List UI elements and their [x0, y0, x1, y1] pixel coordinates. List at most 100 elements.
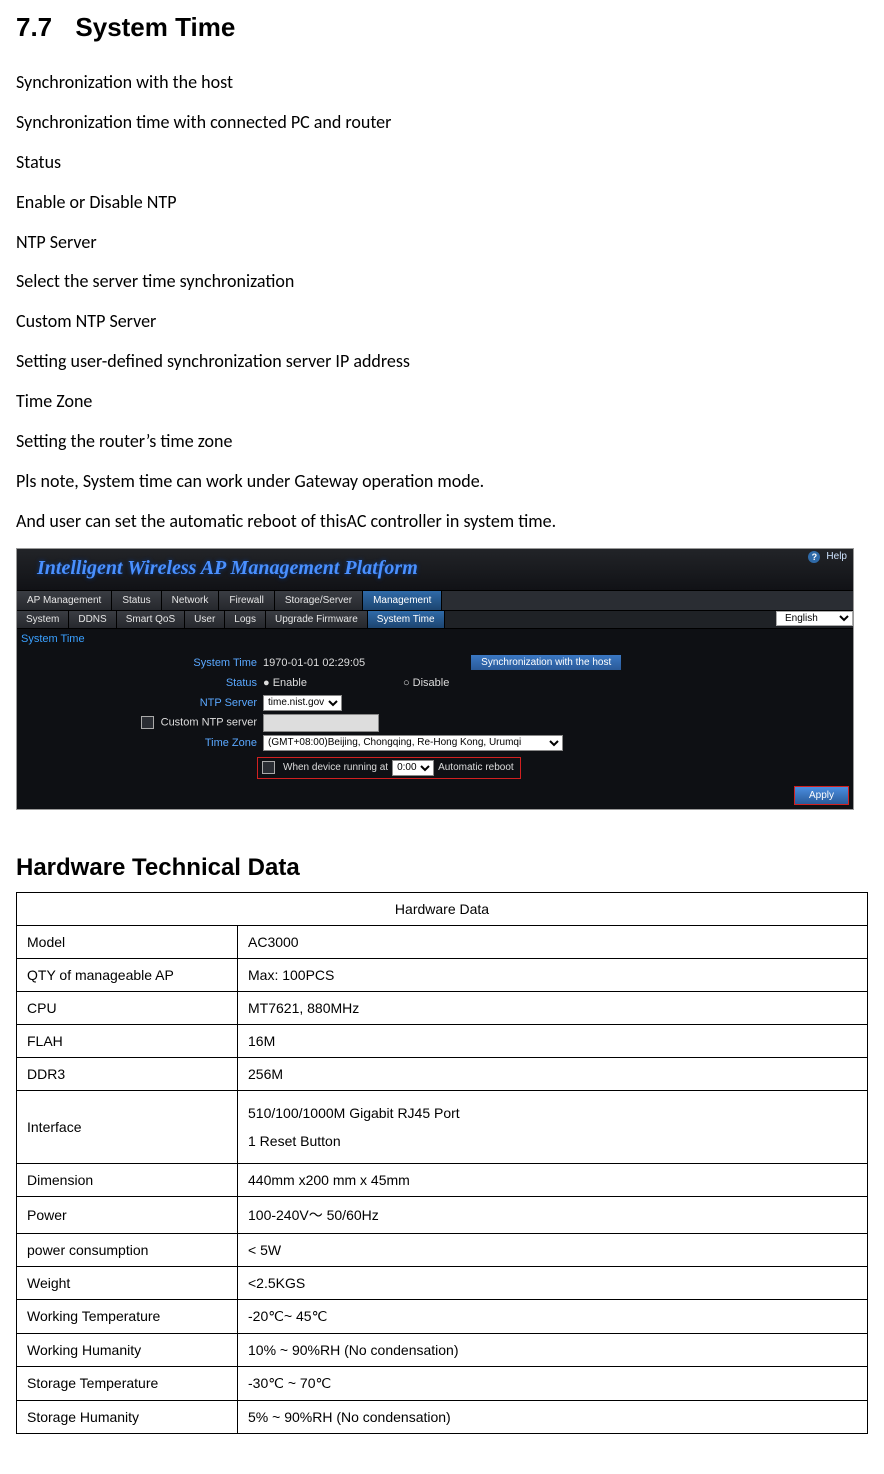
table-row: Storage Temperature-30℃ ~ 70℃	[17, 1366, 868, 1400]
banner: Intelligent Wireless AP Management Platf…	[17, 549, 853, 590]
table-row: Working Temperature-20℃~ 45℃	[17, 1299, 868, 1333]
hw-key: Working Temperature	[17, 1299, 238, 1333]
table-row: FLAH16M	[17, 1024, 868, 1057]
hw-value: Max: 100PCS	[238, 958, 868, 991]
table-row: DDR3256M	[17, 1057, 868, 1090]
help-label: Help	[826, 551, 847, 562]
para: Synchronization time with connected PC a…	[16, 109, 868, 137]
status-label: Status	[27, 677, 263, 689]
subtab-system[interactable]: System	[17, 611, 69, 628]
hw-value: 100-240V～ 50/60Hz	[238, 1196, 868, 1233]
para: Custom NTP Server	[16, 308, 868, 336]
hw-key: DDR3	[17, 1057, 238, 1090]
custom-ntp-checkbox[interactable]	[141, 716, 154, 729]
custom-ntp-row: Custom NTP server	[27, 716, 263, 729]
system-time-label: System Time	[27, 657, 263, 669]
hw-value: <2.5KGS	[238, 1266, 868, 1299]
hw-key: Weight	[17, 1266, 238, 1299]
subtab-ddns[interactable]: DDNS	[69, 611, 116, 628]
tab-ap-management[interactable]: AP Management	[17, 591, 112, 610]
hw-value: 16M	[238, 1024, 868, 1057]
table-row: CPUMT7621, 880MHz	[17, 991, 868, 1024]
ntp-server-label: NTP Server	[27, 697, 263, 709]
auto-reboot-row: When device running at 0:00 Automatic re…	[257, 757, 521, 779]
auto-reboot-suffix: Automatic reboot	[438, 762, 514, 773]
para: Enable or Disable NTP	[16, 189, 868, 217]
table-row: ModelAC3000	[17, 925, 868, 958]
hardware-table-header: Hardware Data	[17, 892, 868, 925]
banner-title: Intelligent Wireless AP Management Platf…	[37, 557, 418, 579]
panel-header: System Time	[17, 629, 853, 645]
para: Select the server time synchronization	[16, 268, 868, 296]
hw-key: Dimension	[17, 1163, 238, 1196]
table-row: power consumption< 5W	[17, 1233, 868, 1266]
auto-reboot-checkbox[interactable]	[262, 761, 275, 774]
hw-value: 440mm x200 mm x 45mm	[238, 1163, 868, 1196]
table-row: Interface510/100/1000M Gigabit RJ45 Port…	[17, 1090, 868, 1163]
hw-key: power consumption	[17, 1233, 238, 1266]
subtab-system-time[interactable]: System Time	[368, 611, 445, 628]
custom-ntp-label: Custom NTP server	[161, 717, 257, 729]
apply-button[interactable]: Apply	[794, 786, 849, 805]
hw-value: 256M	[238, 1057, 868, 1090]
tab-network[interactable]: Network	[162, 591, 220, 610]
hw-key: CPU	[17, 991, 238, 1024]
table-row: QTY of manageable APMax: 100PCS	[17, 958, 868, 991]
hw-value: 5% ~ 90%RH (No condensation)	[238, 1400, 868, 1433]
para: Time Zone	[16, 388, 868, 416]
sub-tabs: System DDNS Smart QoS User Logs Upgrade …	[17, 611, 853, 629]
main-tabs: AP Management Status Network Firewall St…	[17, 590, 853, 611]
subtab-user[interactable]: User	[185, 611, 225, 628]
hw-value: -30℃ ~ 70℃	[238, 1366, 868, 1400]
tab-status[interactable]: Status	[112, 591, 161, 610]
hw-key: Power	[17, 1196, 238, 1233]
auto-reboot-time-select[interactable]: 0:00	[392, 760, 434, 776]
table-row: Working Humanity10% ~ 90%RH (No condensa…	[17, 1333, 868, 1366]
para: Setting user-defined synchronization ser…	[16, 348, 868, 376]
timezone-label: Time Zone	[27, 737, 263, 749]
help-link[interactable]: ? Help	[808, 551, 847, 563]
auto-reboot-prefix: When device running at	[283, 762, 388, 773]
ntp-server-select[interactable]: time.nist.gov	[263, 695, 342, 711]
para: And user can set the automatic reboot of…	[16, 508, 868, 536]
section-heading: 7.7 System Time	[16, 12, 868, 43]
section-number: 7.7	[16, 12, 52, 42]
hardware-table: Hardware Data ModelAC3000QTY of manageab…	[16, 892, 868, 1434]
custom-ntp-input[interactable]	[263, 714, 379, 732]
table-row: Weight<2.5KGS	[17, 1266, 868, 1299]
hw-value: MT7621, 880MHz	[238, 991, 868, 1024]
para: Setting the router’s time zone	[16, 428, 868, 456]
subtab-logs[interactable]: Logs	[225, 611, 266, 628]
section-title: System Time	[75, 12, 235, 42]
status-enable-radio[interactable]: ● Enable	[263, 677, 307, 689]
hw-key: Storage Humanity	[17, 1400, 238, 1433]
hw-value: < 5W	[238, 1233, 868, 1266]
subtab-smart-qos[interactable]: Smart QoS	[117, 611, 185, 628]
hw-value: 510/100/1000M Gigabit RJ45 Port1 Reset B…	[238, 1090, 868, 1163]
form-area: System Time 1970-01-01 02:29:05 Synchron…	[17, 645, 853, 783]
router-ui-screenshot: Intelligent Wireless AP Management Platf…	[16, 548, 854, 810]
sync-host-button[interactable]: Synchronization with the host	[471, 655, 621, 670]
hw-key: Interface	[17, 1090, 238, 1163]
para: Pls note, System time can work under Gat…	[16, 468, 868, 496]
hw-key: Model	[17, 925, 238, 958]
hw-key: QTY of manageable AP	[17, 958, 238, 991]
hw-key: Working Humanity	[17, 1333, 238, 1366]
tab-firewall[interactable]: Firewall	[219, 591, 274, 610]
para: Status	[16, 149, 868, 177]
timezone-select[interactable]: (GMT+08:00)Beijing, Chongqing, Re-Hong K…	[263, 735, 563, 751]
table-row: Power100-240V～ 50/60Hz	[17, 1196, 868, 1233]
subtab-upgrade-firmware[interactable]: Upgrade Firmware	[266, 611, 368, 628]
para: Synchronization with the host	[16, 69, 868, 97]
table-row: Storage Humanity5% ~ 90%RH (No condensat…	[17, 1400, 868, 1433]
hw-value: -20℃~ 45℃	[238, 1299, 868, 1333]
tab-storage-server[interactable]: Storage/Server	[275, 591, 363, 610]
table-row: Dimension440mm x200 mm x 45mm	[17, 1163, 868, 1196]
language-select[interactable]: English	[776, 611, 853, 626]
status-disable-radio[interactable]: ○ Disable	[403, 677, 449, 689]
description-block: Synchronization with the host Synchroniz…	[16, 69, 868, 536]
hw-key: FLAH	[17, 1024, 238, 1057]
help-icon: ?	[808, 551, 820, 563]
tab-management[interactable]: Management	[363, 591, 442, 610]
para: NTP Server	[16, 229, 868, 257]
